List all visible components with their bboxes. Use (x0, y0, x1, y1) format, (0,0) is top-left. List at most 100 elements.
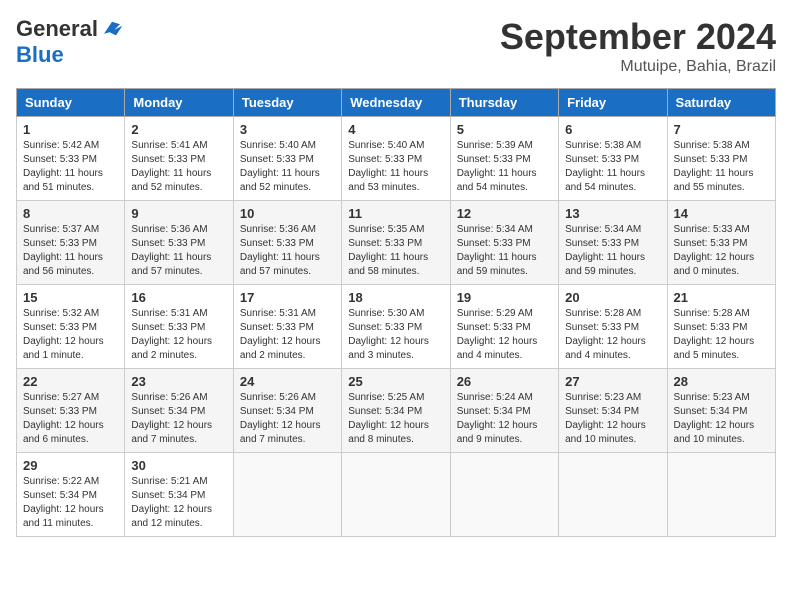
title-block: September 2024 Mutuipe, Bahia, Brazil (500, 16, 776, 76)
day-info: Sunrise: 5:33 AMSunset: 5:33 PMDaylight:… (674, 223, 769, 279)
calendar-cell: 28 Sunrise: 5:23 AMSunset: 5:34 PMDayligh… (667, 369, 775, 453)
day-info: Sunrise: 5:32 AMSunset: 5:33 PMDaylight:… (23, 307, 118, 363)
calendar-cell: 15 Sunrise: 5:32 AMSunset: 5:33 PMDayligh… (17, 285, 125, 369)
calendar-cell: 10 Sunrise: 5:36 AMSunset: 5:33 PMDayligh… (233, 201, 341, 285)
day-info: Sunrise: 5:26 AMSunset: 5:34 PMDaylight:… (131, 391, 226, 447)
day-number: 2 (131, 122, 226, 137)
day-info: Sunrise: 5:36 AMSunset: 5:33 PMDaylight:… (240, 223, 335, 279)
calendar-cell: 6 Sunrise: 5:38 AMSunset: 5:33 PMDaylight… (559, 117, 667, 201)
calendar-week-row: 8Sunrise: 5:37 AMSunset: 5:33 PMDaylight… (17, 201, 776, 285)
day-number: 25 (348, 374, 443, 389)
calendar-cell: 29Sunrise: 5:22 AMSunset: 5:34 PMDayligh… (17, 453, 125, 537)
calendar-week-row: 15 Sunrise: 5:32 AMSunset: 5:33 PMDayligh… (17, 285, 776, 369)
logo: General Blue (16, 16, 124, 68)
day-info: Sunrise: 5:27 AMSunset: 5:33 PMDaylight:… (23, 391, 118, 447)
weekday-header-friday: Friday (559, 89, 667, 117)
logo-blue-text: Blue (16, 42, 64, 68)
day-number: 28 (674, 374, 769, 389)
day-number: 21 (674, 290, 769, 305)
calendar-cell (450, 453, 558, 537)
day-number: 26 (457, 374, 552, 389)
day-info: Sunrise: 5:23 AMSunset: 5:34 PMDaylight:… (565, 391, 660, 447)
day-info: Sunrise: 5:21 AMSunset: 5:34 PMDaylight:… (131, 475, 226, 531)
day-number: 5 (457, 122, 552, 137)
calendar-cell: 8Sunrise: 5:37 AMSunset: 5:33 PMDaylight… (17, 201, 125, 285)
day-info: Sunrise: 5:42 AMSunset: 5:33 PMDaylight:… (23, 139, 118, 195)
day-number: 16 (131, 290, 226, 305)
calendar-cell: 7Sunrise: 5:38 AMSunset: 5:33 PMDaylight… (667, 117, 775, 201)
day-number: 10 (240, 206, 335, 221)
weekday-header-row: SundayMondayTuesdayWednesdayThursdayFrid… (17, 89, 776, 117)
weekday-header-monday: Monday (125, 89, 233, 117)
day-number: 15 (23, 290, 118, 305)
day-number: 4 (348, 122, 443, 137)
day-number: 8 (23, 206, 118, 221)
day-info: Sunrise: 5:28 AMSunset: 5:33 PMDaylight:… (674, 307, 769, 363)
calendar-cell: 1 Sunrise: 5:42 AMSunset: 5:33 PMDaylight… (17, 117, 125, 201)
day-number: 19 (457, 290, 552, 305)
day-number: 22 (23, 374, 118, 389)
day-info: Sunrise: 5:40 AMSunset: 5:33 PMDaylight:… (348, 139, 443, 195)
calendar-cell: 13Sunrise: 5:34 AMSunset: 5:33 PMDayligh… (559, 201, 667, 285)
calendar-cell: 19 Sunrise: 5:29 AMSunset: 5:33 PMDayligh… (450, 285, 558, 369)
day-number: 1 (23, 122, 118, 137)
month-title: September 2024 (500, 16, 776, 58)
calendar-cell: 25 Sunrise: 5:25 AMSunset: 5:34 PMDayligh… (342, 369, 450, 453)
calendar-cell: 12 Sunrise: 5:34 AMSunset: 5:33 PMDayligh… (450, 201, 558, 285)
weekday-header-saturday: Saturday (667, 89, 775, 117)
day-info: Sunrise: 5:22 AMSunset: 5:34 PMDaylight:… (23, 475, 118, 531)
day-info: Sunrise: 5:34 AMSunset: 5:33 PMDaylight:… (457, 223, 552, 279)
day-info: Sunrise: 5:38 AMSunset: 5:33 PMDaylight:… (565, 139, 660, 195)
day-info: Sunrise: 5:24 AMSunset: 5:34 PMDaylight:… (457, 391, 552, 447)
calendar-cell: 23Sunrise: 5:26 AMSunset: 5:34 PMDayligh… (125, 369, 233, 453)
calendar-cell (559, 453, 667, 537)
day-number: 9 (131, 206, 226, 221)
day-number: 7 (674, 122, 769, 137)
day-info: Sunrise: 5:23 AMSunset: 5:34 PMDaylight:… (674, 391, 769, 447)
day-info: Sunrise: 5:41 AMSunset: 5:33 PMDaylight:… (131, 139, 226, 195)
day-info: Sunrise: 5:40 AMSunset: 5:33 PMDaylight:… (240, 139, 335, 195)
logo-general-text: General (16, 16, 98, 42)
day-number: 11 (348, 206, 443, 221)
day-number: 14 (674, 206, 769, 221)
day-number: 6 (565, 122, 660, 137)
location-text: Mutuipe, Bahia, Brazil (500, 58, 776, 76)
calendar-cell: 24 Sunrise: 5:26 AMSunset: 5:34 PMDayligh… (233, 369, 341, 453)
logo-bird-icon (100, 17, 124, 41)
weekday-header-thursday: Thursday (450, 89, 558, 117)
calendar-cell: 30 Sunrise: 5:21 AMSunset: 5:34 PMDayligh… (125, 453, 233, 537)
calendar-table: SundayMondayTuesdayWednesdayThursdayFrid… (16, 88, 776, 537)
calendar-cell: 14 Sunrise: 5:33 AMSunset: 5:33 PMDayligh… (667, 201, 775, 285)
day-info: Sunrise: 5:39 AMSunset: 5:33 PMDaylight:… (457, 139, 552, 195)
calendar-cell: 3 Sunrise: 5:40 AMSunset: 5:33 PMDaylight… (233, 117, 341, 201)
day-info: Sunrise: 5:34 AMSunset: 5:33 PMDaylight:… (565, 223, 660, 279)
calendar-cell: 11 Sunrise: 5:35 AMSunset: 5:33 PMDayligh… (342, 201, 450, 285)
day-info: Sunrise: 5:31 AMSunset: 5:33 PMDaylight:… (240, 307, 335, 363)
calendar-cell: 16Sunrise: 5:31 AMSunset: 5:33 PMDayligh… (125, 285, 233, 369)
calendar-cell: 17 Sunrise: 5:31 AMSunset: 5:33 PMDayligh… (233, 285, 341, 369)
day-info: Sunrise: 5:29 AMSunset: 5:33 PMDaylight:… (457, 307, 552, 363)
weekday-header-wednesday: Wednesday (342, 89, 450, 117)
day-info: Sunrise: 5:25 AMSunset: 5:34 PMDaylight:… (348, 391, 443, 447)
calendar-week-row: 1 Sunrise: 5:42 AMSunset: 5:33 PMDaylight… (17, 117, 776, 201)
day-info: Sunrise: 5:26 AMSunset: 5:34 PMDaylight:… (240, 391, 335, 447)
day-number: 24 (240, 374, 335, 389)
page-header: General Blue September 2024 Mutuipe, Bah… (16, 16, 776, 76)
calendar-cell: 20Sunrise: 5:28 AMSunset: 5:33 PMDayligh… (559, 285, 667, 369)
day-number: 18 (348, 290, 443, 305)
day-number: 30 (131, 458, 226, 473)
day-number: 3 (240, 122, 335, 137)
calendar-cell: 18Sunrise: 5:30 AMSunset: 5:33 PMDayligh… (342, 285, 450, 369)
day-number: 27 (565, 374, 660, 389)
day-number: 17 (240, 290, 335, 305)
calendar-week-row: 22 Sunrise: 5:27 AMSunset: 5:33 PMDayligh… (17, 369, 776, 453)
day-info: Sunrise: 5:36 AMSunset: 5:33 PMDaylight:… (131, 223, 226, 279)
calendar-cell: 22 Sunrise: 5:27 AMSunset: 5:33 PMDayligh… (17, 369, 125, 453)
weekday-header-tuesday: Tuesday (233, 89, 341, 117)
calendar-week-row: 29Sunrise: 5:22 AMSunset: 5:34 PMDayligh… (17, 453, 776, 537)
day-info: Sunrise: 5:35 AMSunset: 5:33 PMDaylight:… (348, 223, 443, 279)
day-number: 20 (565, 290, 660, 305)
calendar-cell: 2 Sunrise: 5:41 AMSunset: 5:33 PMDaylight… (125, 117, 233, 201)
calendar-cell: 21 Sunrise: 5:28 AMSunset: 5:33 PMDayligh… (667, 285, 775, 369)
day-number: 12 (457, 206, 552, 221)
